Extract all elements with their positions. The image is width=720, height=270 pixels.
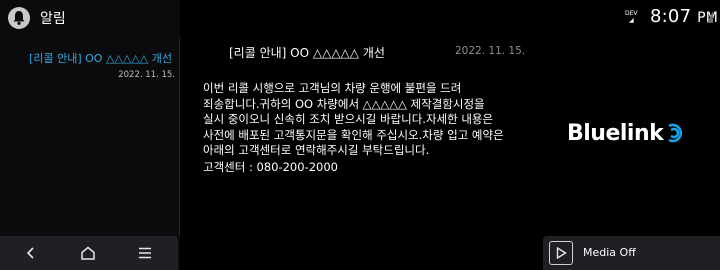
signal-icon <box>707 11 713 23</box>
bluelink-logo: Bluelink <box>567 116 683 150</box>
media-play-button[interactable] <box>549 241 573 265</box>
message-line: 이번 리콜 시행으로 고객님의 차량 운행에 불편을 드려 <box>203 81 462 95</box>
bluelink-mark-icon <box>668 123 683 143</box>
message-line: 실시 중이오니 신속히 조치 받으시길 바랍니다.자세한 내용은 <box>203 112 494 126</box>
dev-indicator: DEV ◢ <box>625 10 638 24</box>
back-button[interactable] <box>9 236 53 270</box>
message-body: 이번 리콜 시행으로 고객님의 차량 운행에 불편을 드려 죄송합니다.귀하의 … <box>203 81 523 159</box>
navigation-bar <box>0 236 178 270</box>
message-line: 아래의 고객센터로 연락해주시길 부탁드립니다. <box>203 143 430 157</box>
home-button[interactable] <box>66 236 110 270</box>
message-date: 2022. 11. 15. <box>455 45 526 57</box>
header: 알림 <box>0 0 180 36</box>
clock-time: 8:07 <box>650 6 692 27</box>
customer-center-contact: 고객센터 : 080-200-2000 <box>203 160 338 174</box>
notification-sidebar: 알림 [리콜 안내] OO △△△△△ 개선 2022. 11. 15. <box>0 0 180 270</box>
media-bar: Media Off <box>543 236 720 270</box>
message-title: [리콜 안내] OO △△△△△ 개선 <box>229 46 385 60</box>
list-item-title: [리콜 안내] OO △△△△△ 개선 <box>29 52 172 65</box>
list-item-date: 2022. 11. 15. <box>118 70 175 80</box>
home-icon <box>81 246 95 260</box>
list-item[interactable]: [리콜 안내] OO △△△△△ 개선 2022. 11. 15. <box>0 44 180 84</box>
message-line: 사전에 배포된 고객통지문을 확인해 주십시오.차량 입고 예약은 <box>203 127 504 142</box>
bell-icon <box>8 7 30 29</box>
back-icon <box>26 247 34 259</box>
bluelink-logo-text: Bluelink <box>567 120 664 146</box>
message-line: 죄송합니다.귀하의 OO 차량에서 △△△△△ 제작결함시정을 <box>203 96 485 111</box>
menu-button[interactable] <box>123 236 167 270</box>
play-icon <box>556 247 567 259</box>
page-title: 알림 <box>40 11 66 27</box>
menu-icon <box>139 247 151 259</box>
media-status-label: Media Off <box>583 246 636 259</box>
